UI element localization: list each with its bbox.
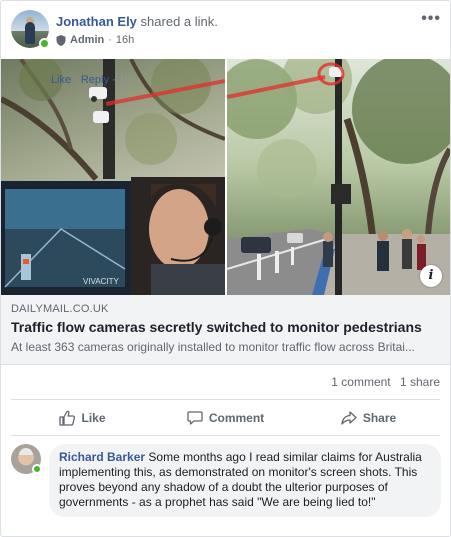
street-scene-image: i [227,59,450,295]
comment-like-link[interactable]: Like [51,74,71,86]
post-actions: Like Comment Share [11,403,440,433]
online-status-icon [32,464,42,474]
more-horizontal-icon[interactable]: ••• [421,10,441,28]
thumbs-up-icon [59,410,76,426]
comment-separator: · [74,74,78,86]
comment-separator: · [111,74,116,86]
camera-monitor-image: VIVACITY [1,59,225,295]
shield-icon [56,34,66,46]
meta-separator: · [108,34,112,46]
share-label: Share [362,411,397,425]
link-preview-image[interactable]: VIVACITY i [1,59,450,295]
divider [11,435,440,436]
post-meta: Admin · 16h [56,34,134,46]
divider [11,399,440,400]
comment-bubble: Richard Barker Some months ago I read si… [49,444,441,517]
admin-role-label: Admin [70,34,105,46]
online-status-icon [39,38,50,49]
share-button[interactable]: Share [297,403,440,433]
like-label: Like [81,411,106,425]
share-count[interactable]: 1 share [400,375,440,389]
shared-link-text: shared a link. [140,14,218,29]
post-time[interactable]: 16h [116,34,134,46]
link-preview[interactable]: DAILYMAIL.CO.UK Traffic flow cameras sec… [1,295,450,365]
author-name[interactable]: Jonathan Ely [56,14,137,29]
like-button[interactable]: Like [11,403,154,433]
comment-actions: Like · Reply · 1h [51,74,131,86]
camera-scene-illustration: VIVACITY [1,59,225,295]
comment-bubble-icon [187,411,203,425]
commenter-name[interactable]: Richard Barker [59,450,145,464]
post-card: Jonathan Ely shared a link. Admin · 16h … [0,0,451,537]
info-icon[interactable]: i [420,265,442,287]
comment-count[interactable]: 1 comment [331,375,390,389]
comment-button[interactable]: Comment [154,403,297,433]
monitor-overlay-text: VIVACITY [83,277,120,286]
share-arrow-icon [341,411,357,425]
comment-reply-link[interactable]: Reply [81,74,109,86]
link-title[interactable]: Traffic flow cameras secretly switched t… [11,319,422,335]
post-header: Jonathan Ely shared a link. Admin · 16h … [11,10,441,50]
comment-time[interactable]: 1h [119,74,131,86]
comment-label: Comment [208,411,265,425]
engagement-counts: 1 comment 1 share [325,375,440,389]
link-domain: DAILYMAIL.CO.UK [11,303,109,315]
street-scene-illustration [227,59,450,295]
poster-line: Jonathan Ely shared a link. [56,14,218,29]
link-description: At least 363 cameras originally installe… [11,340,415,354]
